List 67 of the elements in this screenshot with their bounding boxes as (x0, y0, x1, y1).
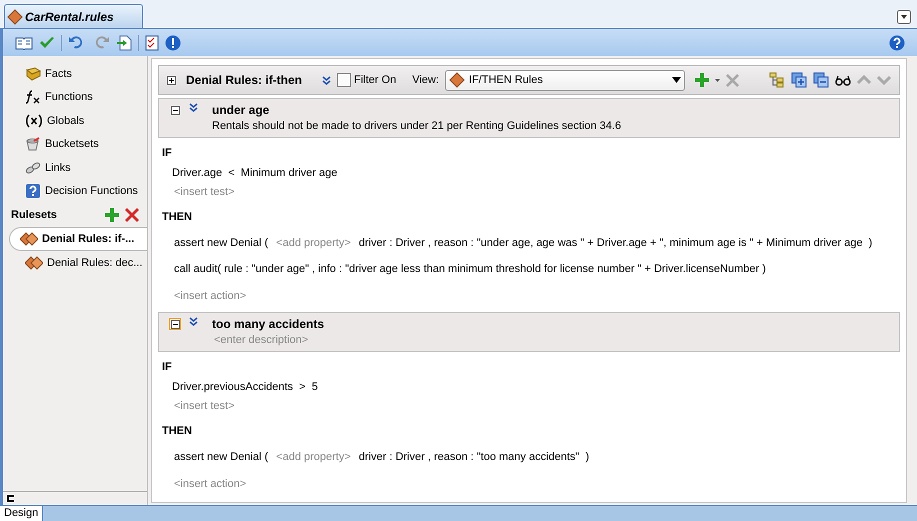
glasses-icon[interactable] (835, 74, 851, 86)
collapse-button[interactable] (169, 318, 181, 330)
double-chevron-icon[interactable] (322, 76, 332, 84)
link-icon (25, 160, 41, 175)
action-text[interactable]: driver : Driver , reason : "under age, age was " + Driver.age + ", minimum age is " + Minimum driver age ) (358, 236, 872, 250)
expand-all-icon[interactable] (791, 72, 807, 88)
sidebar-item[interactable]: Facts (3, 62, 147, 86)
rule-name[interactable]: under age (212, 102, 622, 118)
filter-checkbox[interactable] (337, 73, 352, 87)
view-dropdown[interactable]: IF/THEN Rules (444, 70, 685, 90)
sidebar-item[interactable]: Bucketsets (3, 132, 147, 156)
filter-label: Filter On (354, 72, 396, 88)
sidebar-item[interactable]: Functions (3, 86, 147, 109)
action-text[interactable]: assert new Denial ( (174, 236, 268, 250)
double-chevron-icon[interactable] (189, 103, 198, 112)
expand-icon[interactable] (167, 76, 176, 84)
dropdown-icon[interactable] (897, 10, 911, 24)
ruleset-item[interactable]: Denial Rules: if-... (9, 227, 147, 251)
collapse-icon[interactable] (7, 495, 14, 502)
collapse-all-icon[interactable] (813, 72, 829, 88)
condition-text[interactable]: Driver.age < Minimum driver age (162, 166, 338, 180)
add-icon[interactable] (694, 73, 709, 87)
action-text[interactable]: call audit( rule : "under age" , info : "driver age less than minimum threshold for license number " + Driver.licenseNumber ) (174, 262, 766, 276)
add-property-link[interactable]: <add property> (276, 236, 351, 250)
insert-test-link[interactable]: <insert test> (162, 399, 235, 413)
action-text[interactable]: driver : Driver , reason : "too many accidents" ) (358, 450, 590, 464)
ruleset-title: Denial Rules: if-then (186, 72, 302, 89)
bottom-tab[interactable]: Design (0, 506, 44, 521)
double-chevron-icon[interactable] (189, 317, 198, 326)
diamond-icon (448, 72, 465, 88)
diamond-icon (7, 8, 23, 24)
question-icon (25, 183, 41, 200)
keyword: THEN (162, 424, 192, 438)
sidebar-item[interactable]: Globals (3, 109, 147, 132)
add-property-link[interactable]: <add property> (276, 450, 351, 464)
insert-action-link[interactable]: <insert action> (162, 477, 246, 491)
tree-icon[interactable] (769, 72, 785, 88)
sidebar-item[interactable]: Decision Functions (3, 180, 147, 203)
help-icon[interactable] (889, 34, 905, 50)
insert-test-link[interactable]: <insert test> (162, 185, 235, 199)
view-label: View: (412, 72, 439, 88)
keyword: IF (162, 360, 172, 374)
bucket-icon (25, 137, 41, 152)
info-icon[interactable] (165, 34, 181, 50)
caret-icon (672, 77, 681, 83)
function-icon (25, 90, 41, 104)
action-text[interactable]: assert new Denial ( (174, 450, 268, 464)
editor-tab[interactable]: CarRental.rules (4, 4, 143, 28)
insert-action-link[interactable]: <insert action> (162, 289, 246, 303)
delete-icon[interactable] (125, 208, 139, 222)
keyword: IF (162, 146, 172, 160)
rule-name[interactable]: too many accidents (212, 316, 324, 332)
keyword: THEN (162, 210, 192, 224)
caret-icon[interactable] (714, 78, 720, 82)
add-icon[interactable] (105, 208, 119, 222)
import-icon[interactable] (116, 34, 132, 50)
collapse-button[interactable] (169, 104, 181, 116)
checklist-icon[interactable] (145, 34, 159, 50)
rule-description[interactable]: Rentals should not be made to drivers under 21 per Renting Guidelines section 34.6 (212, 118, 622, 134)
variable-icon (25, 114, 43, 128)
section-heading: Rulesets (11, 208, 58, 223)
ruleset-item[interactable]: Denial Rules: dec... (9, 251, 147, 275)
stacked-diamonds-icon (25, 256, 43, 270)
checkmark-icon[interactable] (39, 36, 55, 50)
sidebar-item[interactable]: Links (3, 156, 147, 180)
stacked-diamonds-icon (20, 232, 38, 246)
condition-text[interactable]: Driver.previousAccidents > 5 (162, 380, 318, 394)
